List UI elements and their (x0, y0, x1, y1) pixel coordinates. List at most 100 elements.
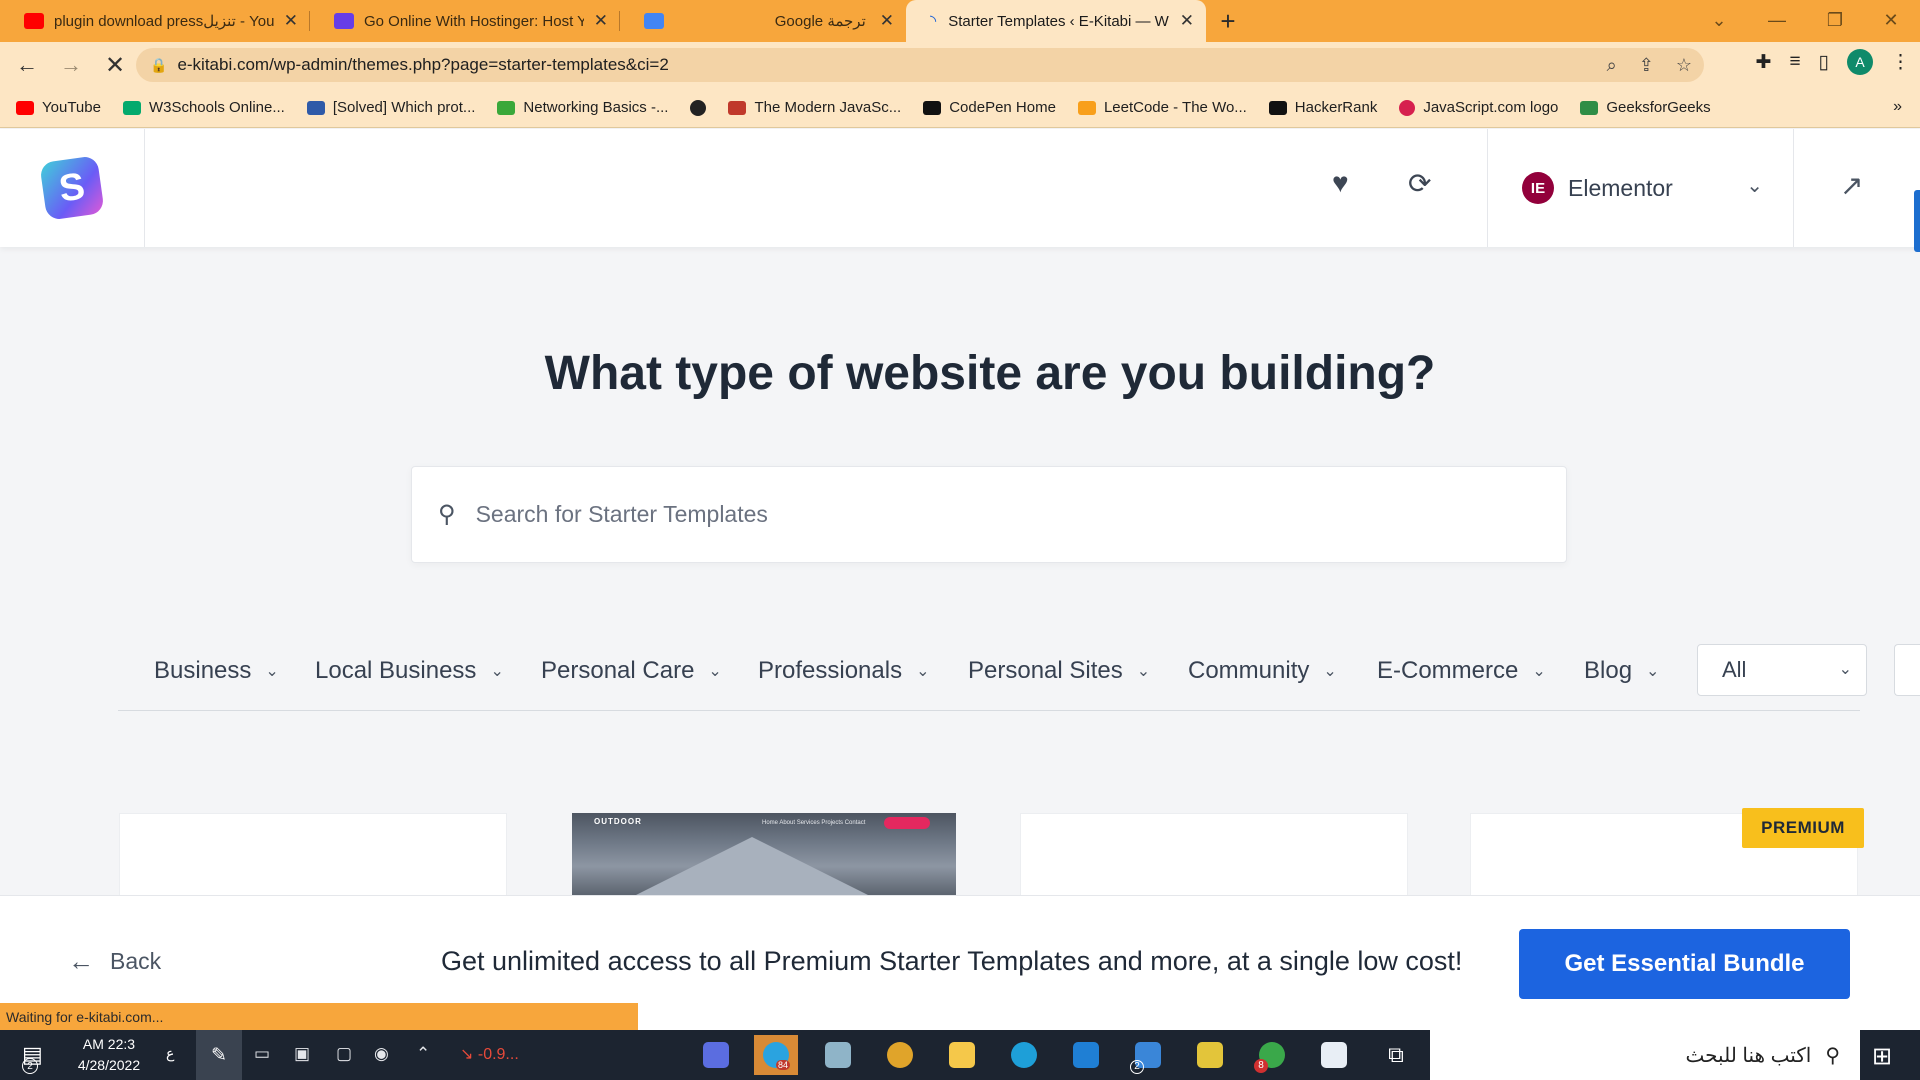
codepen-icon (923, 100, 942, 115)
minimize-button[interactable]: — (1748, 0, 1806, 40)
taskbar-app-mail[interactable]: 2 (1126, 1035, 1170, 1075)
bookmark-youtube[interactable]: YouTube (16, 99, 101, 116)
tab-google-translate[interactable]: Google ترجمة ✕ (620, 0, 906, 42)
taskbar-app-file-explorer[interactable] (940, 1035, 984, 1075)
record-icon[interactable]: ◉ (374, 1044, 389, 1064)
extensions-puzzle-icon[interactable]: ✚ (1756, 51, 1772, 74)
chevron-down-icon: ⌄ (916, 663, 930, 680)
show-hidden-icons-chevron-up-icon[interactable]: ⌃ (416, 1044, 430, 1064)
tab-hostinger[interactable]: Go Online With Hostinger: Host Y ✕ (310, 0, 620, 42)
template-card[interactable] (1020, 813, 1408, 895)
windows-start-icon[interactable]: ⊞ (1872, 1042, 1892, 1071)
new-tab-button[interactable]: + (1206, 0, 1250, 42)
pen-workspace-icon[interactable]: ✎ (196, 1030, 242, 1080)
browser-menu-icon[interactable]: ⋮ (1891, 51, 1910, 74)
browser-tab-strip: plugin download pressتنزيل - You ✕ Go On… (0, 0, 1920, 42)
input-language[interactable]: ع (166, 1045, 174, 1062)
bookmark-w3schools[interactable]: W3Schools Online... (122, 99, 285, 116)
close-tab-icon[interactable]: ✕ (594, 11, 608, 31)
sync-refresh-icon[interactable]: ⟳ (1408, 167, 1431, 200)
type-filter-select[interactable]: All ⌄ (1697, 644, 1867, 696)
bookmark-javascript-com[interactable]: JavaScript.com logo (1399, 99, 1558, 116)
chevron-down-icon: ⌄ (1532, 663, 1546, 680)
restore-button[interactable]: ❐ (1806, 0, 1864, 40)
back-nav-icon[interactable]: ← (10, 48, 44, 82)
category-professionals[interactable]: Professionals ⌄ (758, 657, 929, 685)
close-tab-icon[interactable]: ✕ (1180, 11, 1194, 31)
category-e-commerce[interactable]: E-Commerce ⌄ (1377, 657, 1546, 685)
category-personal-sites[interactable]: Personal Sites ⌄ (968, 657, 1150, 685)
stock-widget[interactable]: ↘ -0.9... (460, 1044, 519, 1064)
share-icon[interactable]: ⇪ (1639, 55, 1654, 76)
starter-templates-logo[interactable]: S (39, 155, 105, 221)
template-search-input[interactable] (475, 501, 1476, 528)
bookmark-globe[interactable] (690, 99, 707, 116)
get-essential-bundle-button[interactable]: Get Essential Bundle (1519, 929, 1850, 999)
taskbar-app-chrome[interactable] (878, 1035, 922, 1075)
taskbar-app-snipping-tool[interactable] (694, 1035, 738, 1075)
bookmark-star-icon[interactable]: ☆ (1676, 55, 1692, 76)
taskbar-clock[interactable]: AM 22:3 4/28/2022 (64, 1034, 154, 1076)
favorites-heart-icon[interactable]: ♥ (1332, 167, 1349, 199)
side-feedback-tab[interactable] (1914, 190, 1920, 252)
page-builder-select[interactable]: IE Elementor ⌄ (1487, 129, 1794, 247)
premium-badge: PREMIUM (1742, 808, 1864, 848)
javascript-com-icon (1399, 99, 1416, 116)
forward-nav-icon[interactable]: → (54, 48, 88, 82)
category-personal-care[interactable]: Personal Care ⌄ (541, 657, 722, 685)
template-card[interactable] (119, 813, 507, 895)
clock-time: AM 22:3 (82, 1036, 136, 1052)
youtube-icon (24, 13, 44, 29)
taskbar-app-notepad[interactable] (816, 1035, 860, 1075)
zoom-icon[interactable]: ⌕ (1607, 55, 1617, 76)
category-community[interactable]: Community ⌄ (1188, 657, 1337, 685)
taskbar-app-store[interactable] (1312, 1035, 1356, 1075)
taskbar-search-placeholder: اكتب هنا للبحث (1685, 1044, 1812, 1067)
bookmark-codepen[interactable]: CodePen Home (923, 99, 1056, 116)
category-blog[interactable]: Blog ⌄ (1584, 657, 1659, 685)
snipping-tool-icon (703, 1042, 729, 1068)
bookmark-modern-javascript[interactable]: The Modern JavaSc... (728, 99, 901, 116)
profile-avatar[interactable]: A (1847, 49, 1873, 75)
more-bookmarks-icon[interactable]: » (1893, 98, 1902, 116)
side-panel-icon[interactable]: ▯ (1819, 51, 1829, 74)
taskbar-app-telegram[interactable]: 84 (754, 1035, 798, 1075)
hackerrank-icon (1268, 100, 1287, 115)
template-card-outdoor[interactable]: OUTDOOR Home About Services Projects Con… (572, 813, 956, 895)
taskbar-search-box[interactable]: اكتب هنا للبحث ⚲ (1430, 1030, 1860, 1080)
bookmark-geeksforgeeks[interactable]: GeeksforGeeks (1580, 99, 1711, 116)
category-local-business[interactable]: Local Business ⌄ (315, 657, 504, 685)
battery-icon[interactable]: ▭ (254, 1044, 270, 1064)
taskbar-app-sticky-tools[interactable] (1188, 1035, 1232, 1075)
url-text[interactable]: e-kitabi.com/wp-admin/themes.php?page=st… (177, 55, 668, 75)
bookmark-solved[interactable]: [Solved] Which prot... (306, 99, 475, 116)
network-icon[interactable]: ▣ (294, 1044, 310, 1064)
back-button[interactable]: ← Back (68, 946, 161, 977)
media-control-icon[interactable]: ≡ (1789, 51, 1800, 73)
stop-loading-icon[interactable]: ✕ (98, 48, 132, 82)
taskbar-app-edge[interactable] (1002, 1035, 1046, 1075)
address-bar[interactable]: 🔒 e-kitabi.com/wp-admin/themes.php?page=… (136, 48, 1704, 82)
tab-title: Google ترجمة (774, 13, 866, 30)
bookmark-networking-basics[interactable]: Networking Basics -... (497, 99, 668, 116)
tab-starter-templates[interactable]: ◝ Starter Templates ‹ E-Kitabi — W ✕ (906, 0, 1206, 42)
category-business[interactable]: Business ⌄ (154, 657, 279, 685)
external-link-icon[interactable]: ↗ (1840, 169, 1863, 202)
close-tab-icon[interactable]: ✕ (880, 11, 894, 31)
bookmark-site-icon (306, 100, 325, 115)
geeksforgeeks-icon (1580, 100, 1599, 115)
bookmark-hackerrank[interactable]: HackerRank (1268, 99, 1377, 116)
lock-icon[interactable]: 🔒 (150, 57, 167, 74)
close-window-button[interactable]: ✕ (1862, 0, 1920, 40)
youtube-icon (16, 100, 34, 115)
taskbar-app-vscode[interactable] (1064, 1035, 1108, 1075)
taskbar-app-chrome-profile[interactable]: 8 (1250, 1035, 1294, 1075)
task-view-icon[interactable]: ⧉ (1374, 1035, 1418, 1075)
template-search-box[interactable]: ⚲ (411, 466, 1567, 563)
meet-now-icon[interactable]: ▢ (336, 1044, 352, 1064)
tab-search-dropdown-icon[interactable]: ⌄ (1690, 0, 1748, 40)
tab-youtube[interactable]: plugin download pressتنزيل - You ✕ (0, 0, 310, 42)
bookmark-leetcode[interactable]: LeetCode - The Wo... (1077, 99, 1247, 116)
sort-filter-select[interactable] (1894, 644, 1920, 696)
close-tab-icon[interactable]: ✕ (284, 11, 298, 31)
